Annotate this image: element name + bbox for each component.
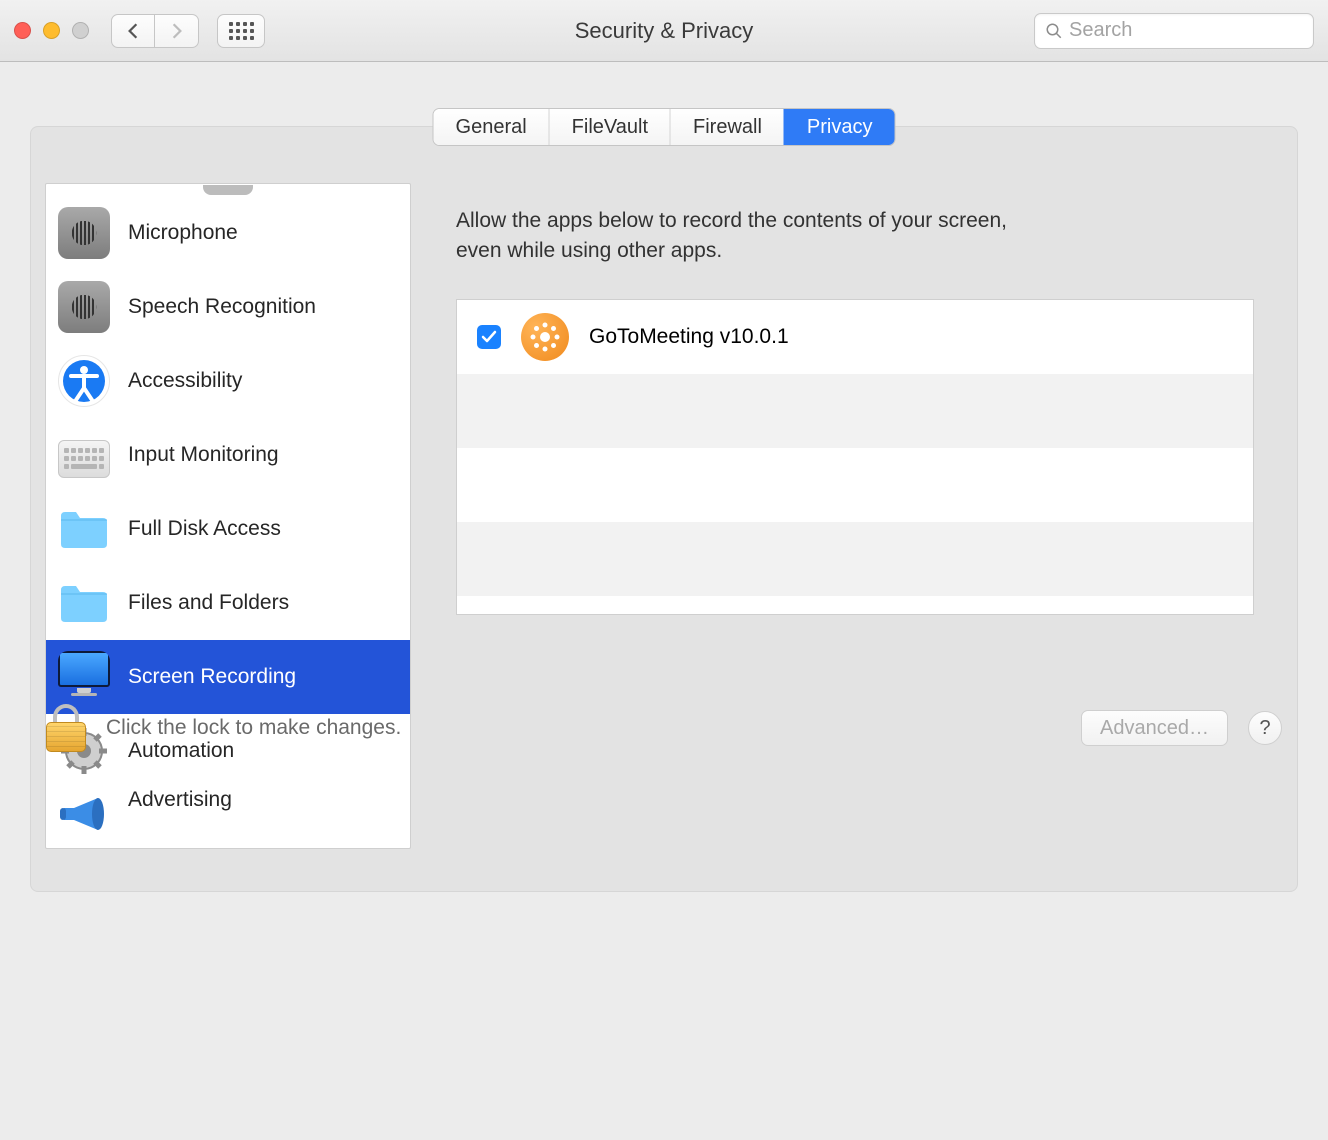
zoom-window-button[interactable] — [72, 22, 89, 39]
sidebar-item-screen-recording[interactable]: Screen Recording — [46, 640, 410, 714]
app-name-label: GoToMeeting v10.0.1 — [589, 325, 789, 349]
help-button[interactable]: ? — [1248, 711, 1282, 745]
tab-general[interactable]: General — [434, 109, 549, 145]
minimize-window-button[interactable] — [43, 22, 60, 39]
permission-description: Allow the apps below to record the conte… — [456, 206, 1036, 267]
detail-pane: Allow the apps below to record the conte… — [427, 183, 1283, 877]
allowed-apps-list[interactable]: GoToMeeting v10.0.1 . . . — [456, 299, 1254, 615]
nav-forward-button[interactable] — [155, 14, 199, 48]
sidebar-item-speech-recognition[interactable]: Speech Recognition — [46, 270, 410, 344]
sidebar-item-files-and-folders[interactable]: Files and Folders — [46, 566, 410, 640]
content-area: General FileVault Firewall Privacy Micro… — [0, 62, 1328, 892]
preferences-window: Security & Privacy General FileVault Fir… — [0, 0, 1328, 1140]
chevron-left-icon — [126, 22, 140, 40]
sidebar-item-label: Files and Folders — [128, 591, 289, 615]
section-tabs: General FileVault Firewall Privacy — [433, 108, 896, 146]
gotomeeting-app-icon — [521, 313, 569, 361]
sidebar-item-microphone[interactable]: Microphone — [46, 196, 410, 270]
lock-button[interactable] — [46, 704, 86, 752]
toolbar: Security & Privacy — [0, 0, 1328, 62]
sidebar-item-label: Full Disk Access — [128, 517, 281, 541]
sidebar-item-label: Screen Recording — [128, 665, 296, 689]
megaphone-icon — [58, 788, 110, 840]
accessibility-icon — [58, 355, 110, 407]
checkmark-icon — [481, 329, 497, 345]
footer-right: Advanced… ? — [1081, 710, 1282, 746]
sidebar-item-accessibility[interactable]: Accessibility — [46, 344, 410, 418]
search-input[interactable] — [1069, 19, 1328, 42]
sidebar-item-input-monitoring[interactable]: Input Monitoring — [46, 418, 410, 492]
folder-icon — [58, 503, 110, 555]
display-icon — [58, 651, 110, 703]
folder-icon — [58, 577, 110, 629]
sidebar-item-label: Speech Recognition — [128, 295, 316, 319]
grid-icon — [229, 22, 254, 40]
show-all-preferences-button[interactable] — [217, 14, 265, 48]
nav-buttons — [111, 14, 199, 48]
footer: Click the lock to make changes. Advanced… — [0, 704, 1328, 752]
search-icon — [1045, 22, 1063, 40]
app-permission-checkbox[interactable] — [477, 325, 501, 349]
sidebar-item-label: Advertising — [128, 788, 232, 812]
app-row-empty: . — [457, 522, 1253, 596]
keyboard-icon — [58, 440, 110, 478]
search-field-wrap[interactable] — [1034, 13, 1314, 49]
sidebar-item-full-disk-access[interactable]: Full Disk Access — [46, 492, 410, 566]
tab-privacy[interactable]: Privacy — [784, 109, 895, 145]
app-row-empty: . — [457, 448, 1253, 522]
advanced-button[interactable]: Advanced… — [1081, 710, 1228, 746]
app-row[interactable]: GoToMeeting v10.0.1 — [457, 300, 1253, 374]
list-item-partial-top — [46, 184, 410, 196]
app-row-empty: . — [457, 374, 1253, 448]
speech-recognition-icon — [58, 281, 110, 333]
sidebar-item-label: Accessibility — [128, 369, 242, 393]
privacy-panel: Microphone Speech Recognition Accessibil… — [30, 126, 1298, 892]
lock-area: Click the lock to make changes. — [46, 704, 401, 752]
sidebar-item-label: Input Monitoring — [128, 443, 279, 467]
sidebar-item-label: Microphone — [128, 221, 238, 245]
tab-firewall[interactable]: Firewall — [670, 109, 784, 145]
nav-back-button[interactable] — [111, 14, 155, 48]
tab-filevault[interactable]: FileVault — [549, 109, 670, 145]
lock-hint-text: Click the lock to make changes. — [106, 716, 401, 740]
sidebar-item-advertising[interactable]: Advertising — [46, 788, 410, 832]
microphone-icon — [58, 207, 110, 259]
chevron-right-icon — [170, 22, 184, 40]
traffic-lights — [14, 22, 89, 39]
close-window-button[interactable] — [14, 22, 31, 39]
lock-body-icon — [46, 722, 86, 752]
